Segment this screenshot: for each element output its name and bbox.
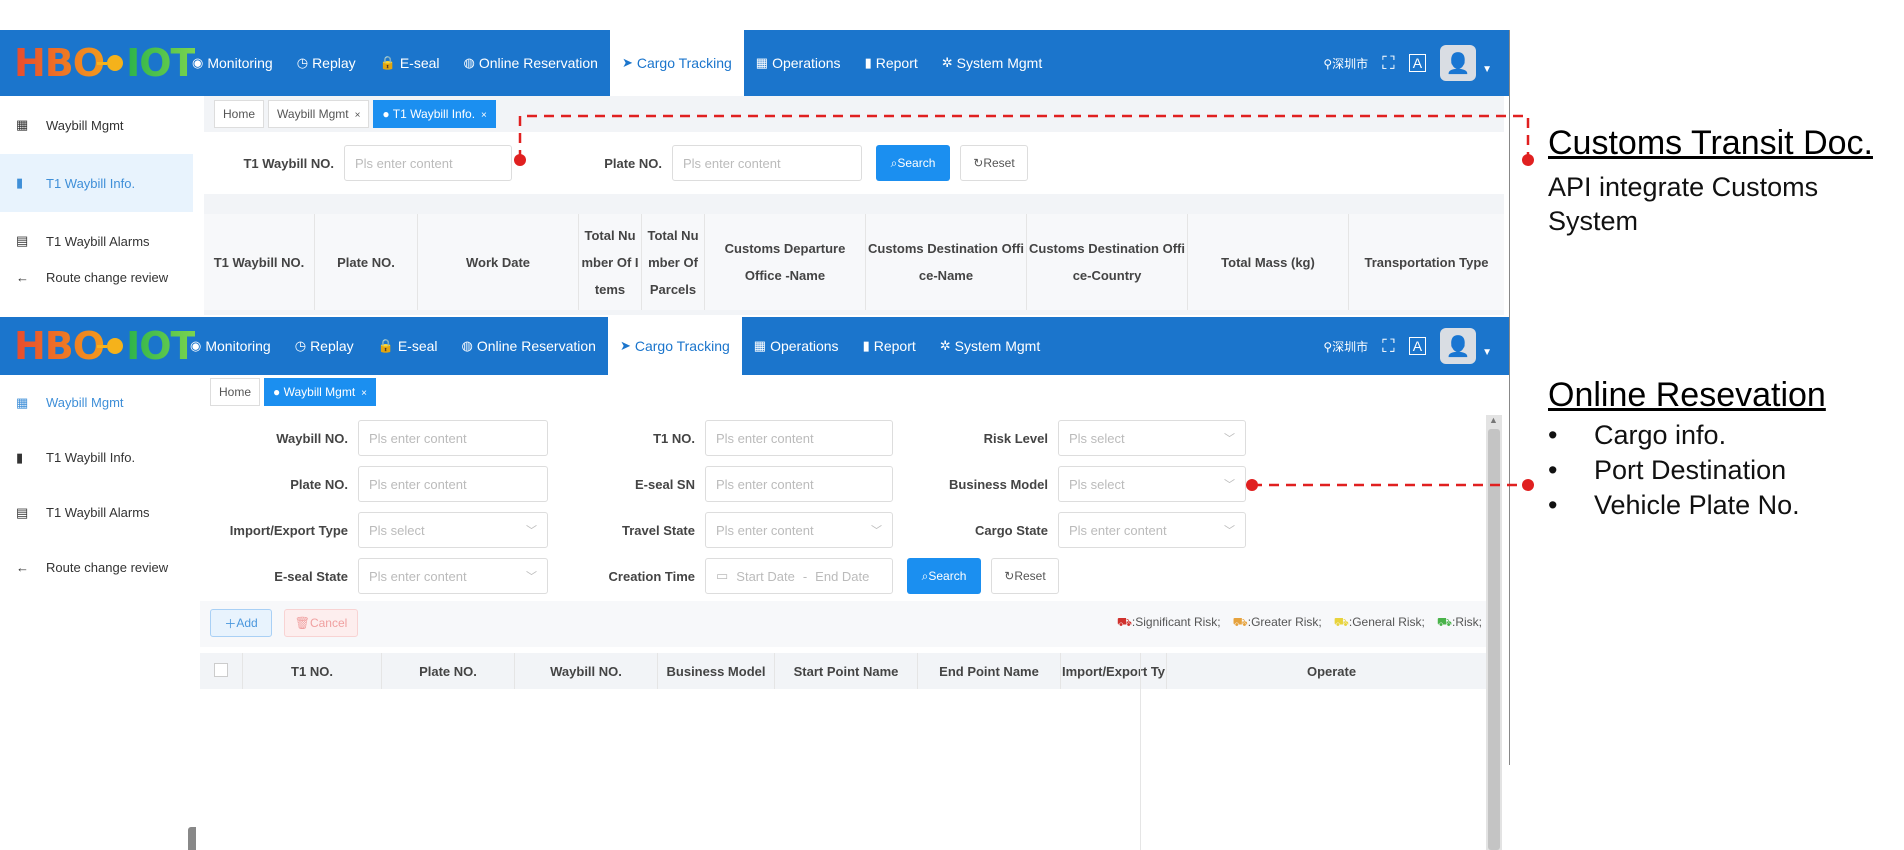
customs-connector-line [518, 114, 1530, 160]
online-bullet-2: • Port Destination [1548, 455, 1787, 485]
online-bullet-1: • Cargo info. [1548, 420, 1727, 450]
online-callout-title: Online Resevation [1548, 376, 1826, 414]
online-marker-end [1522, 479, 1534, 491]
bullet-icon: • [1548, 455, 1558, 485]
customs-marker-start [514, 154, 526, 166]
bullet-icon: • [1548, 420, 1558, 450]
customs-callout-text: API integrate Customs System [1548, 172, 1819, 236]
bullet-icon: • [1548, 490, 1558, 520]
online-bullet-3: • Vehicle Plate No. [1548, 490, 1800, 520]
customs-callout-title: Customs Transit Doc. [1548, 124, 1873, 162]
online-marker-start [1246, 479, 1258, 491]
customs-marker-end [1522, 154, 1534, 166]
